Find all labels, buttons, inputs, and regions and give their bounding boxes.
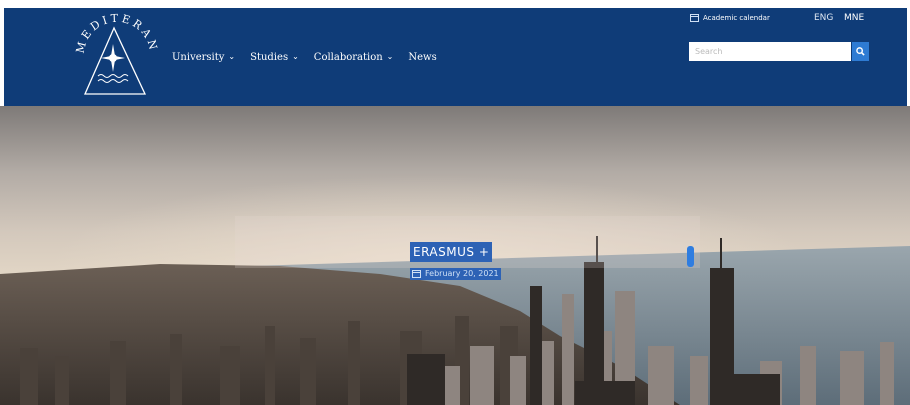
calendar-icon — [690, 14, 699, 22]
hero-title-link[interactable]: ERASMUS + — [410, 242, 493, 262]
site-header: MEDITERAN University ⌄ Studies ⌄ Collabo… — [4, 8, 907, 106]
nav-collaboration[interactable]: Collaboration ⌄ — [314, 52, 394, 63]
search-button[interactable] — [852, 42, 869, 61]
hero-date: February 20, 2021 — [410, 268, 501, 280]
language-eng[interactable]: ENG — [814, 13, 833, 23]
main-nav: University ⌄ Studies ⌄ Collaboration ⌄ N… — [172, 52, 437, 63]
nav-news-label: News — [408, 52, 437, 63]
hero-date-label: February 20, 2021 — [425, 269, 499, 278]
nav-university-label: University — [172, 52, 225, 63]
nav-collaboration-label: Collaboration — [313, 52, 383, 63]
slider-indicator[interactable] — [687, 246, 694, 267]
chevron-down-icon: ⌄ — [228, 52, 236, 61]
nav-studies-label: Studies — [250, 52, 289, 63]
nav-studies[interactable]: Studies ⌄ — [250, 52, 299, 63]
nav-university[interactable]: University ⌄ — [172, 52, 235, 63]
search-form — [689, 42, 869, 61]
top-links: Academic calendar ENG MNE — [690, 12, 910, 28]
hero-slider: ERASMUS + February 20, 2021 — [0, 106, 910, 405]
page: MEDITERAN University ⌄ Studies ⌄ Collabo… — [0, 0, 910, 405]
chevron-down-icon: ⌄ — [386, 52, 394, 61]
chevron-down-icon: ⌄ — [292, 52, 299, 61]
search-icon — [856, 47, 865, 56]
search-input[interactable] — [689, 42, 851, 61]
academic-calendar-link[interactable]: Academic calendar — [690, 14, 770, 22]
academic-calendar-label: Academic calendar — [703, 14, 770, 22]
site-logo[interactable]: MEDITERAN — [70, 12, 162, 104]
nav-news[interactable]: News — [408, 52, 436, 63]
language-mne[interactable]: MNE — [844, 13, 864, 23]
calendar-icon — [412, 270, 421, 278]
